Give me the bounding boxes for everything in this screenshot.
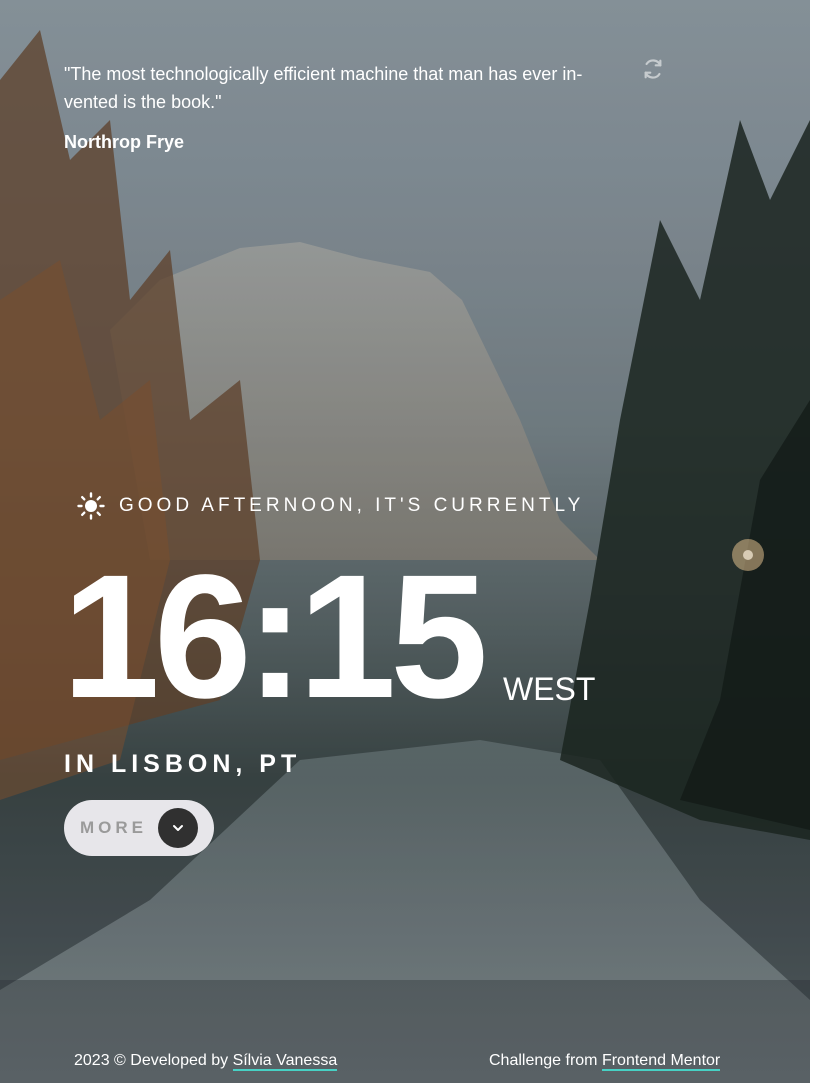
app-frame: "The most technologically efficient mach… xyxy=(0,0,810,1083)
quote-text: "The most technologically efficient mach… xyxy=(64,64,583,112)
frontend-mentor-link[interactable]: Frontend Mentor xyxy=(601,1052,721,1071)
greeting: GOOD AFTERNOON, IT'S CURRENTLY xyxy=(77,492,584,520)
location: IN LISBON, PT xyxy=(64,750,302,778)
footer-challenge: Challenge from Frontend Mentor xyxy=(489,1052,721,1071)
current-time: 16:15 xyxy=(62,539,488,735)
footer-credit-prefix: 2023 © Developed by xyxy=(74,1052,233,1069)
timezone-abbreviation: WEST xyxy=(503,671,596,707)
more-button-label: MORE xyxy=(80,818,147,837)
greeting-text: GOOD AFTERNOON, IT'S CURRENTLY xyxy=(119,495,585,516)
more-button[interactable]: MORE xyxy=(64,800,214,856)
chevron-down-icon[interactable] xyxy=(158,808,198,848)
footer-challenge-prefix: Challenge from xyxy=(489,1052,602,1069)
refresh-icon[interactable] xyxy=(642,58,664,80)
developer-link[interactable]: Sílvia Vanessa xyxy=(232,1052,338,1071)
footer-credit: 2023 © Developed by Sílvia Vanessa xyxy=(74,1052,338,1071)
sun-icon xyxy=(77,492,105,520)
quote-author: Northrop Frye xyxy=(64,132,185,152)
